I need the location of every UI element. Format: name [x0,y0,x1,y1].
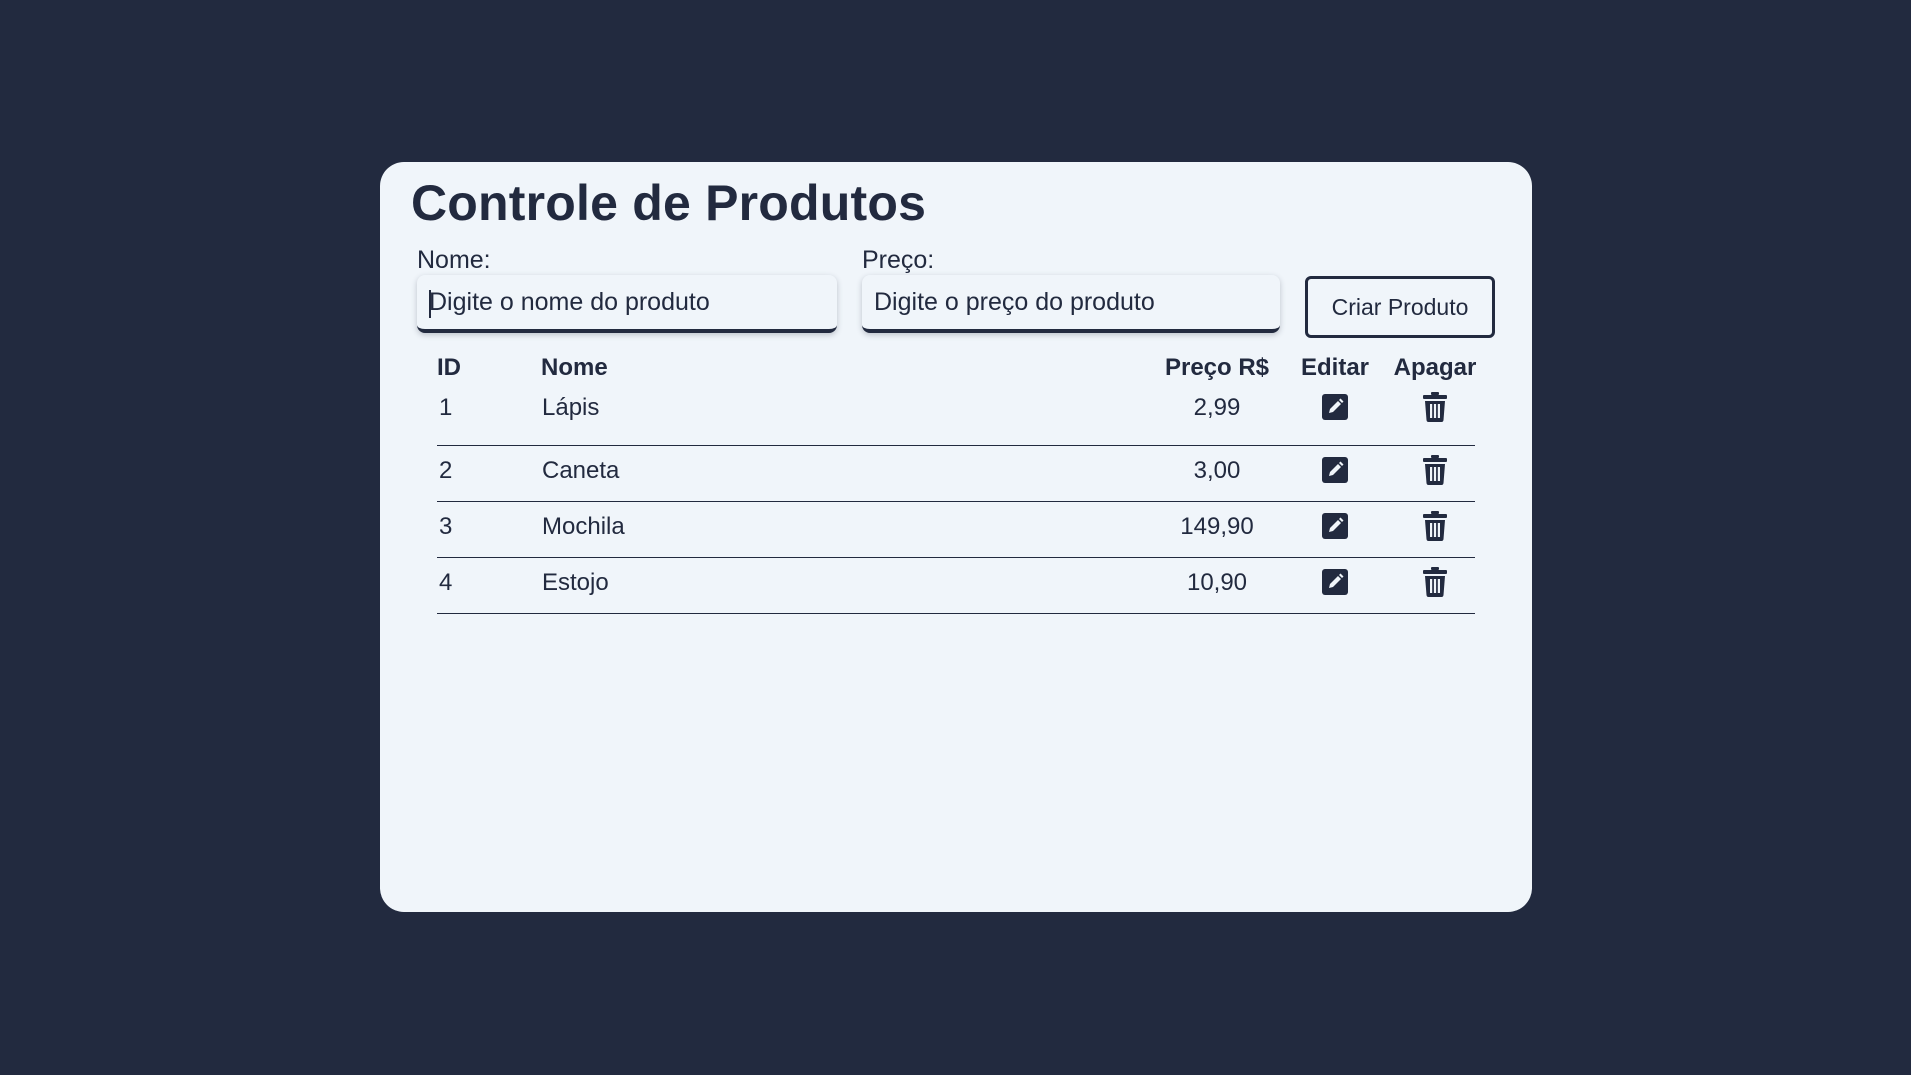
delete-button[interactable] [1387,387,1483,427]
edit-icon [1322,394,1348,420]
page-title: Controle de Produtos [411,175,927,231]
text-caret [429,290,431,318]
cell-id: 2 [439,457,453,484]
trash-icon [1423,511,1447,541]
delete-button[interactable] [1387,562,1483,602]
table-body: 1 Lápis 2,99 2 Caneta 3,00 3 Mochila 149… [437,390,1475,614]
cell-id: 4 [439,569,453,596]
trash-icon [1423,567,1447,597]
create-product-button[interactable]: Criar Produto [1305,276,1495,338]
cell-price: 3,00 [1193,457,1241,484]
cell-id: 3 [439,513,453,540]
price-label: Preço: [862,246,935,274]
cell-price: 149,90 [1180,513,1254,540]
name-input[interactable] [417,275,837,333]
header-price: Preço R$ [1164,354,1270,381]
cell-price: 10,90 [1186,569,1248,596]
edit-icon [1322,569,1348,595]
delete-button[interactable] [1387,506,1483,546]
table-row: 4 Estojo 10,90 [437,558,1475,614]
price-input[interactable] [862,275,1280,333]
products-table: ID Nome Preço R$ Editar Apagar 1 Lápis 2… [437,350,1476,614]
cell-name: Caneta [542,457,620,484]
table-header: ID Nome Preço R$ Editar Apagar [437,350,1476,390]
table-row: 2 Caneta 3,00 [437,446,1475,502]
cell-name: Lápis [542,394,600,421]
table-row: 1 Lápis 2,99 [437,390,1475,446]
edit-button[interactable] [1287,450,1383,490]
edit-icon [1322,513,1348,539]
trash-icon [1423,455,1447,485]
edit-icon [1322,457,1348,483]
cell-name: Estojo [542,569,609,596]
edit-button[interactable] [1287,562,1383,602]
delete-button[interactable] [1387,450,1483,490]
table-row: 3 Mochila 149,90 [437,502,1475,558]
name-label: Nome: [417,246,491,274]
cell-name: Mochila [542,513,625,540]
cell-id: 1 [439,394,453,421]
header-name: Nome [541,354,608,381]
edit-button[interactable] [1287,506,1383,546]
header-id: ID [437,354,461,381]
trash-icon [1423,392,1447,422]
product-card: Controle de Produtos Nome: Preço: Criar … [380,162,1532,912]
edit-button[interactable] [1287,387,1383,427]
cell-price: 2,99 [1193,394,1241,421]
header-edit: Editar [1300,354,1369,381]
header-delete: Apagar [1393,354,1477,381]
